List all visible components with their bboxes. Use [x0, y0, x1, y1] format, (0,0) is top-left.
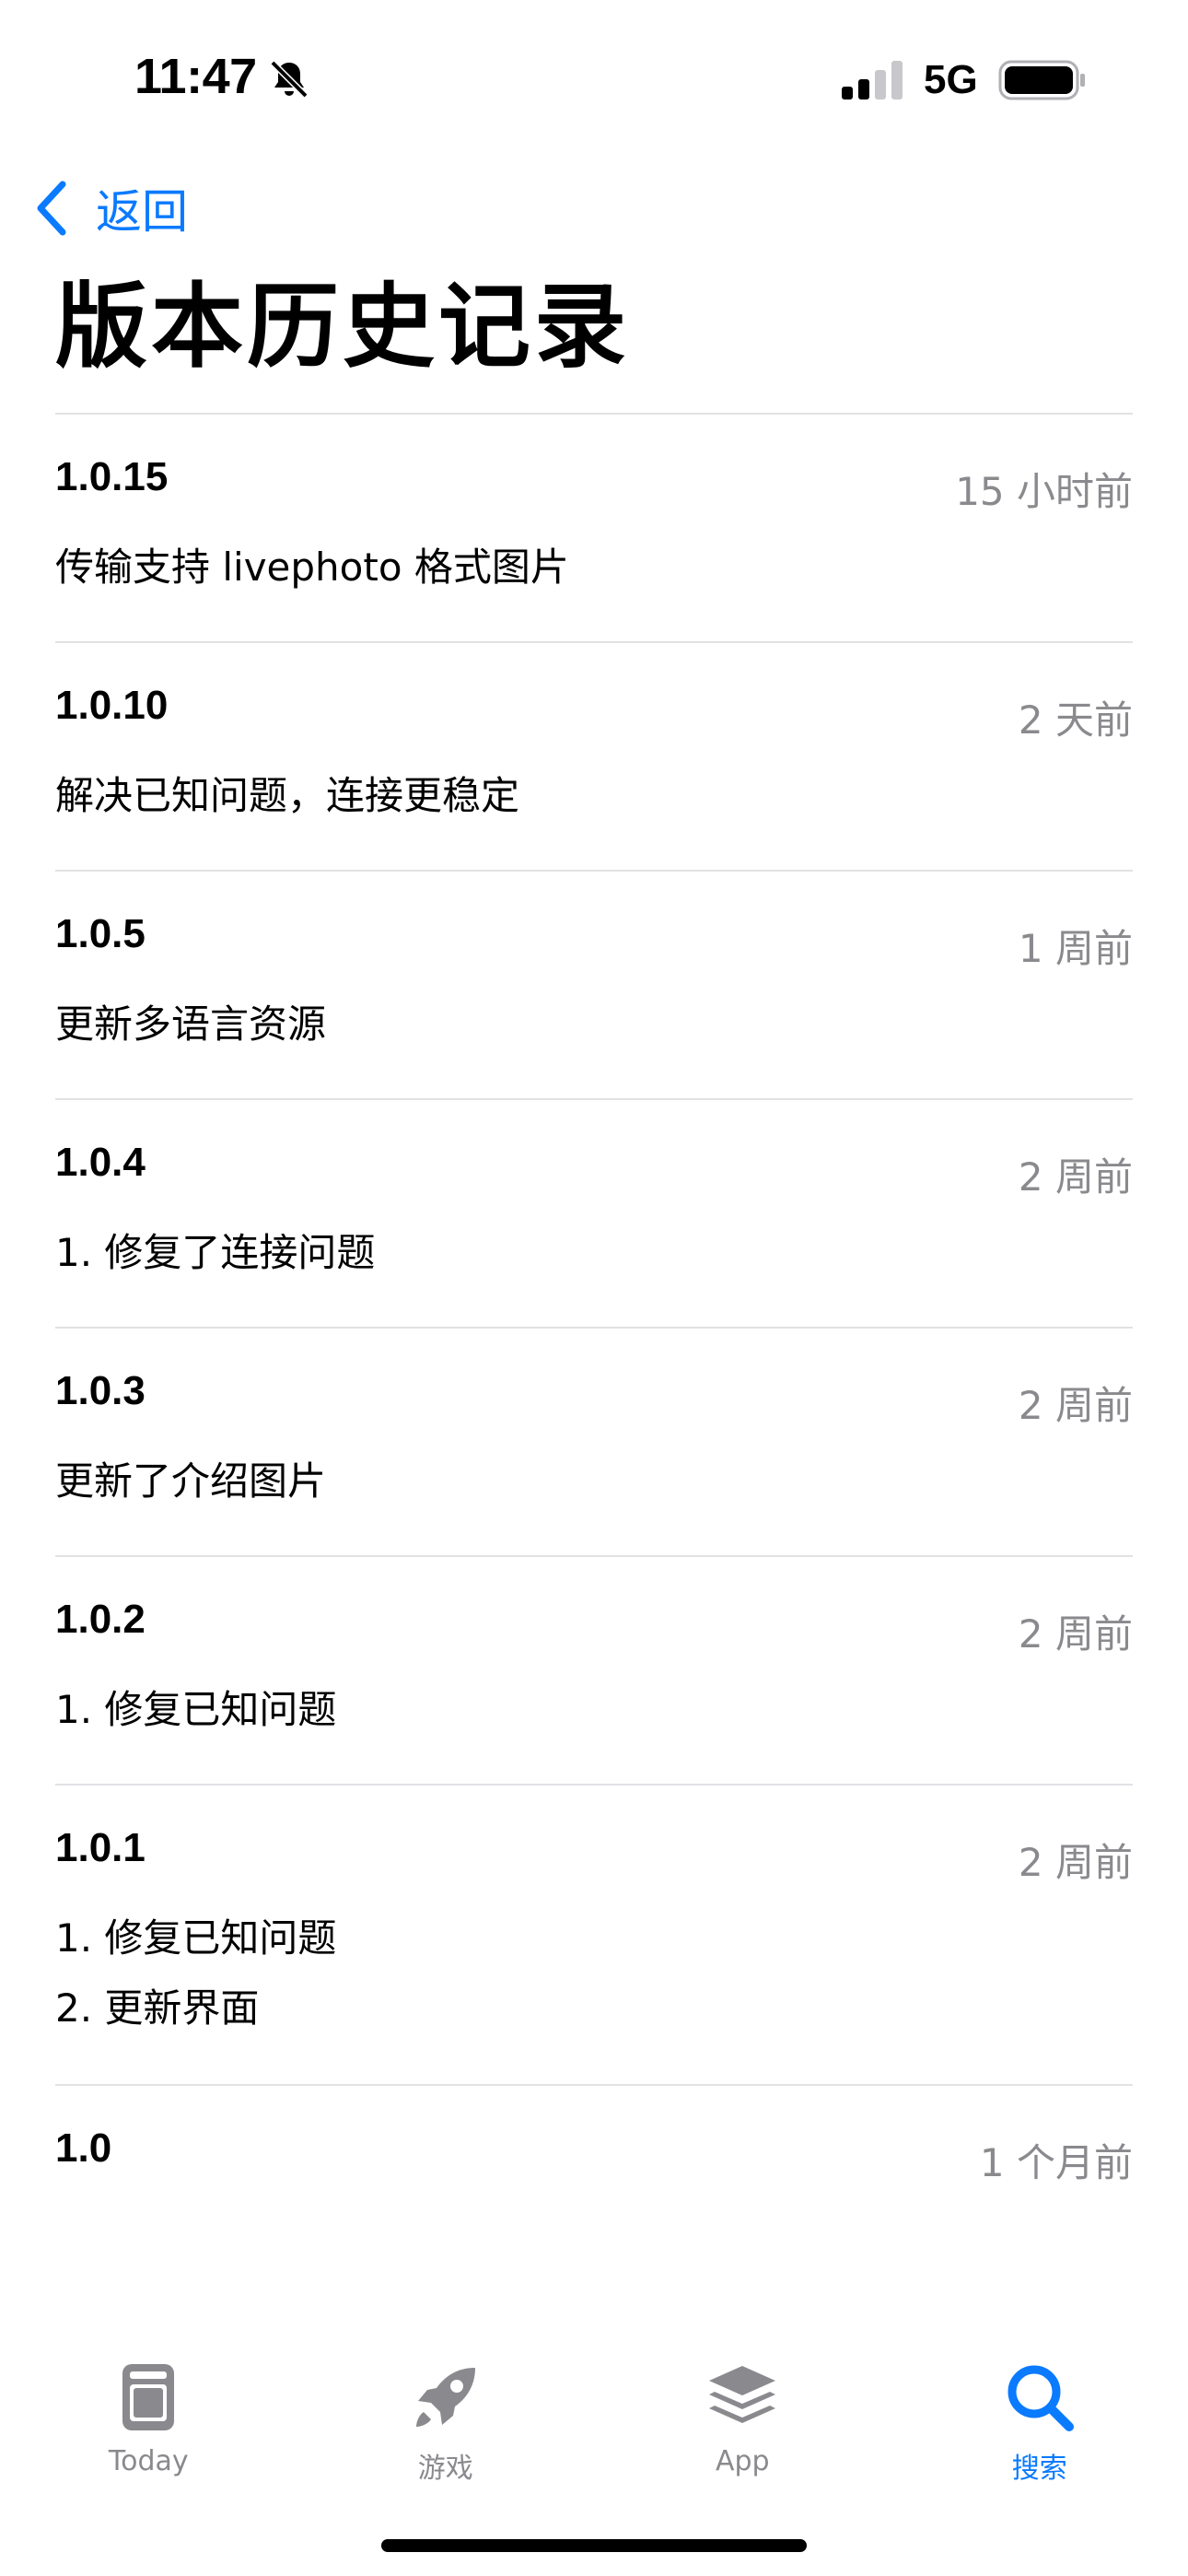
status-time: 11:47 — [134, 49, 257, 104]
version-number: 1.0.4 — [55, 1140, 146, 1185]
version-item: 1.0 1 个月前 — [55, 2086, 1133, 2301]
status-bar: 11:47 5G — [0, 0, 1188, 157]
version-date: 15 小时前 — [955, 469, 1133, 514]
version-notes: 更新多语言资源 — [55, 1001, 327, 1047]
network-label: 5G — [924, 57, 978, 102]
bell-slash-icon — [270, 60, 309, 99]
today-icon — [122, 2364, 175, 2430]
version-number: 1.0.1 — [55, 1825, 146, 1870]
version-date: 2 周前 — [1018, 1154, 1133, 1200]
version-date: 2 周前 — [1018, 1840, 1133, 1885]
version-number: 1.0.10 — [55, 683, 169, 728]
home-indicator[interactable] — [381, 2539, 807, 2552]
version-notes: 1. 修复已知问题 — [55, 1687, 337, 1732]
battery-icon — [998, 60, 1085, 100]
tab-label: App — [715, 2445, 770, 2477]
tab-label: 游戏 — [417, 2453, 473, 2485]
page-title: 版本历史记录 — [55, 273, 630, 381]
version-item: 1.0.10 2 天前 解决已知问题，连接更稳定 — [55, 643, 1133, 872]
tab-apps[interactable]: App — [594, 2340, 891, 2497]
version-notes: 1. 修复了连接问题 — [55, 1230, 376, 1275]
version-date: 2 周前 — [1018, 1611, 1133, 1657]
tab-label: 搜索 — [1011, 2453, 1067, 2485]
version-date: 1 个月前 — [979, 2140, 1133, 2185]
version-item: 1.0.15 15 小时前 传输支持 livephoto 格式图片 — [55, 415, 1133, 643]
tab-search[interactable]: 搜索 — [891, 2340, 1188, 2497]
version-notes: 更新了介绍图片 — [55, 1458, 327, 1504]
version-item: 1.0.3 2 周前 更新了介绍图片 — [55, 1329, 1133, 1557]
version-item: 1.0.4 2 周前 1. 修复了连接问题 — [55, 1100, 1133, 1329]
version-number: 1.0.3 — [55, 1368, 146, 1413]
chevron-left-icon — [37, 181, 66, 236]
version-number: 1.0.5 — [55, 911, 146, 956]
back-button[interactable]: 返回 — [33, 175, 188, 241]
version-item: 1.0.2 2 周前 1. 修复已知问题 — [55, 1557, 1133, 1786]
version-number: 1.0.2 — [55, 1597, 146, 1642]
search-icon — [1007, 2365, 1074, 2431]
version-number: 1.0 — [55, 2125, 112, 2171]
tab-bar: Today 游戏 App 搜索 — [0, 2340, 1188, 2497]
version-item: 1.0.1 2 周前 1. 修复已知问题 2. 更新界面 — [55, 1786, 1133, 2086]
version-date: 2 周前 — [1018, 1383, 1133, 1428]
rocket-icon — [415, 2368, 475, 2427]
cellular-signal-icon — [842, 61, 903, 100]
tab-label: Today — [108, 2445, 189, 2477]
version-notes: 解决已知问题，连接更稳定 — [55, 773, 520, 818]
version-date: 2 天前 — [1018, 697, 1133, 743]
tab-today[interactable]: Today — [0, 2340, 297, 2497]
version-history-list: 1.0.15 15 小时前 传输支持 livephoto 格式图片 1.0.10… — [55, 413, 1133, 2301]
back-label: 返回 — [96, 185, 188, 239]
version-date: 1 周前 — [1018, 926, 1133, 971]
tab-games[interactable]: 游戏 — [297, 2340, 595, 2497]
version-notes: 传输支持 livephoto 格式图片 — [55, 544, 569, 590]
app-stack-icon — [709, 2366, 776, 2423]
version-item: 1.0.5 1 周前 更新多语言资源 — [55, 872, 1133, 1100]
version-notes: 1. 修复已知问题 2. 更新界面 — [55, 1915, 337, 2031]
